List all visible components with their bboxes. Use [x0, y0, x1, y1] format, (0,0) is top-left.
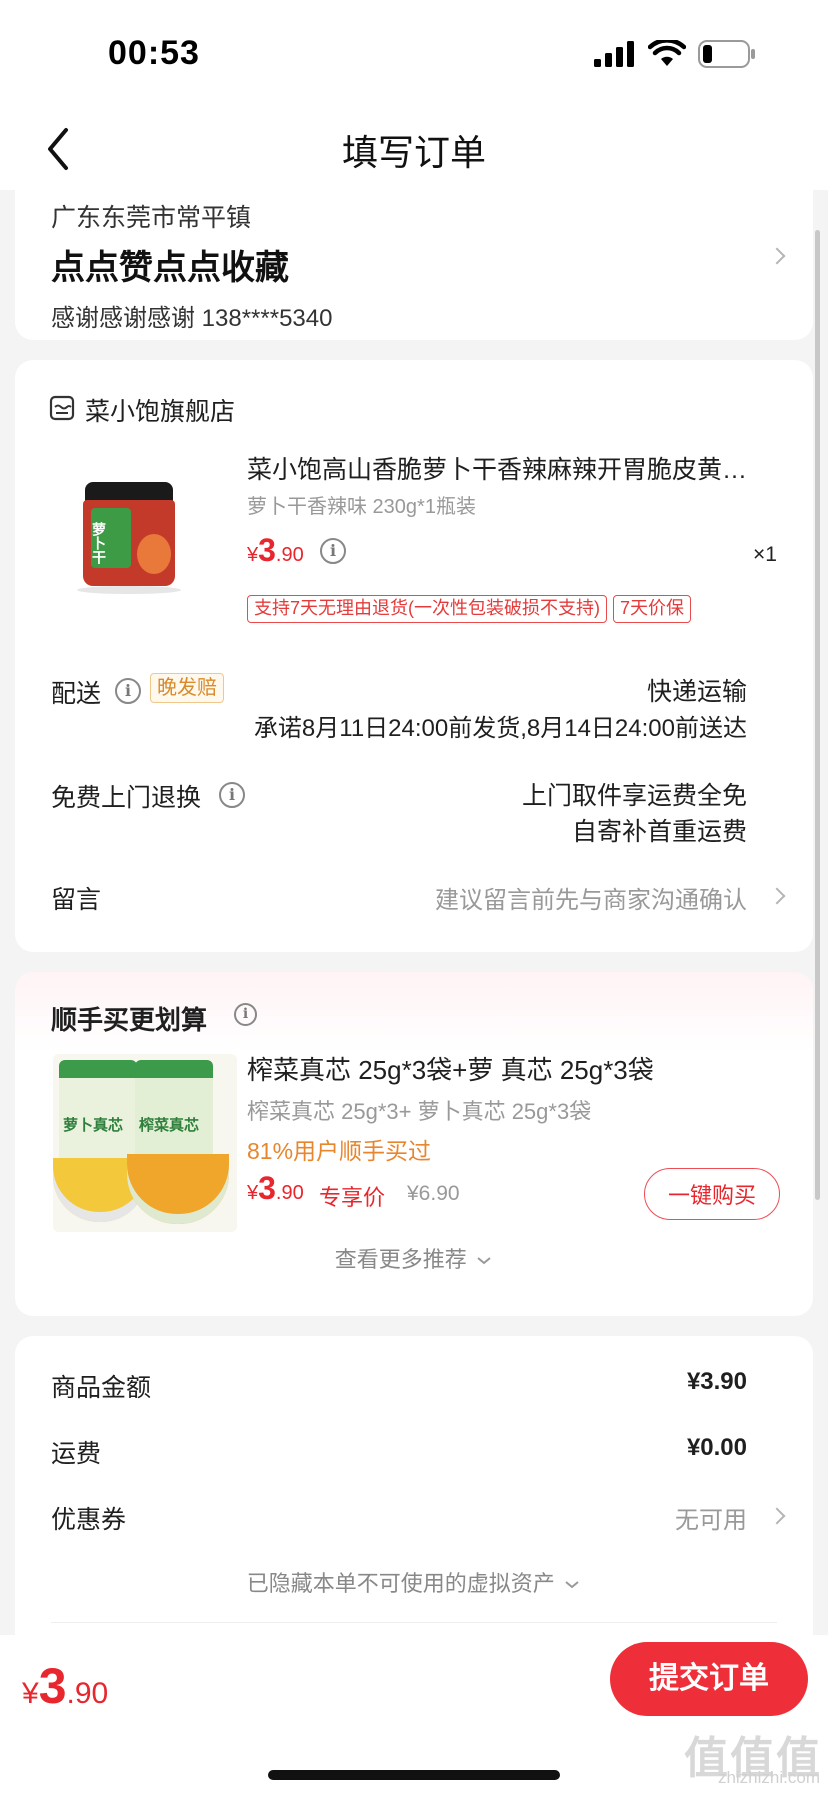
bundle-price-dec: .90 [275, 1182, 304, 1204]
exclusive-price-tag: 专享价 [319, 1185, 386, 1210]
return-line2: 自寄补首重运费 [571, 818, 747, 846]
return-policy-tag: 支持7天无理由退货(一次性包装破损不支持) [247, 595, 607, 623]
page-title: 填写订单 [341, 132, 486, 173]
return-line1: 上门取件享运费全免 [521, 782, 747, 810]
bundle-price-symbol: ¥ [247, 1182, 259, 1204]
bowl-right [127, 1154, 229, 1224]
bundle-card: 顺手买更划算 i 萝卜真芯 榨菜真芯 榨菜真芯 25g*3袋+萝 真芯 25g*… [15, 972, 813, 1316]
hidden-assets-label: 已隐藏本单不可使用的虚拟资产 [246, 1571, 555, 1596]
order-scroll-area[interactable]: 广东东莞市常平镇 点点赞点点收藏 感谢感谢感谢 138****5340 菜小饱旗… [0, 190, 828, 1635]
wifi-icon [648, 40, 686, 66]
address-region: 广东东莞市常平镇 [51, 204, 252, 232]
product-quantity: ×1 [753, 543, 777, 566]
shipping-fee-label: 运费 [51, 1440, 102, 1468]
summary-row-coupon[interactable]: 优惠券 无可用 [15, 1488, 813, 1544]
bundle-info-icon[interactable]: i [234, 1003, 257, 1026]
bundle-price: ¥3.90 [247, 1170, 304, 1207]
late-compensation-badge: 晚发赔 [150, 673, 224, 703]
divider [51, 1622, 777, 1623]
bundle-item-spec: 榨菜真芯 25g*3+ 萝卜真芯 25g*3袋 [247, 1099, 592, 1124]
jar-food [137, 534, 171, 574]
address-card[interactable]: 广东东莞市常平镇 点点赞点点收藏 感谢感谢感谢 138****5340 [15, 190, 813, 340]
jar-label-text: 萝卜干 [91, 522, 107, 564]
submit-order-button[interactable]: 提交订单 [610, 1642, 808, 1716]
bundle-price-int: 3 [258, 1170, 276, 1206]
summary-row-shipping: 运费 ¥0.00 [15, 1422, 813, 1478]
shipping-label: 配送 [51, 680, 102, 708]
bundle-original-price: ¥6.90 [407, 1182, 460, 1205]
goods-amount-label: 商品金额 [51, 1374, 152, 1402]
message-placeholder: 建议留言前先与商家沟通确认 [435, 887, 747, 914]
hidden-assets-toggle[interactable]: 已隐藏本单不可使用的虚拟资产 [15, 1566, 813, 1610]
product-image[interactable]: 萝卜干 [55, 470, 205, 620]
total-price: ¥3.90 [22, 1657, 108, 1715]
jar-lid [85, 482, 173, 502]
chevron-down-icon [565, 1581, 579, 1589]
signal-icon [594, 41, 634, 67]
more-recommendations-label: 查看更多推荐 [334, 1247, 467, 1272]
jar-body: 萝卜干 [83, 500, 175, 586]
bag-left-label: 萝卜真芯 [63, 1117, 124, 1134]
battery-icon [698, 40, 755, 68]
summary-card: 商品金额 ¥3.90 运费 ¥0.00 优惠券 无可用 已隐藏本单不可使用的虚拟… [15, 1336, 813, 1635]
watermark-url: zhizhizhi.com [717, 1768, 820, 1787]
nav-bar: 填写订单 [0, 110, 828, 190]
more-recommendations[interactable]: 查看更多推荐 [15, 1242, 813, 1292]
address-detail: 点点赞点点收藏 [51, 249, 289, 287]
status-icons [594, 40, 756, 68]
price-symbol: ¥ [247, 544, 259, 566]
scrollbar[interactable] [815, 230, 820, 1200]
bundle-title: 顺手买更划算 [51, 1005, 208, 1035]
chevron-right-icon [768, 1507, 786, 1525]
home-indicator[interactable] [268, 1770, 560, 1780]
message-label: 留言 [51, 886, 102, 914]
coupon-label: 优惠券 [51, 1506, 127, 1534]
price-int: 3 [258, 532, 276, 568]
product-title[interactable]: 菜小饱高山香脆萝卜干香辣麻辣开胃脆皮黄… [247, 450, 747, 486]
coupon-value: 无可用 [675, 1507, 747, 1534]
shipping-promise: 承诺8月11日24:00前发货,8月14日24:00前送达 [253, 715, 747, 742]
chevron-right-icon [768, 887, 786, 905]
store-card: 菜小饱旗舰店 萝卜干 菜小饱高山香脆萝卜干香辣麻辣开胃脆皮黄… 萝卜干香辣味 2… [15, 360, 813, 952]
bundle-item-title[interactable]: 榨菜真芯 25g*3袋+萝 真芯 25g*3袋 [247, 1050, 654, 1087]
shipping-method: 快递运输 [646, 678, 747, 706]
address-contact: 感谢感谢感谢 138****5340 [51, 305, 333, 332]
total-price-symbol: ¥ [22, 1677, 39, 1710]
chevron-right-icon [768, 247, 786, 265]
summary-row-goods: 商品金额 ¥3.90 [15, 1356, 813, 1412]
status-bar: 00:53 [0, 0, 828, 110]
goods-amount-value: ¥3.90 [686, 1368, 747, 1395]
bag-right-label: 榨菜真芯 [139, 1117, 200, 1134]
one-click-buy-button[interactable]: 一键购买 [644, 1168, 780, 1220]
status-time: 00:53 [108, 34, 200, 72]
store-icon [49, 395, 75, 421]
shipping-fee-value: ¥0.00 [686, 1434, 747, 1461]
chevron-down-icon [477, 1257, 491, 1265]
return-info-icon[interactable]: i [219, 782, 245, 808]
price-protect-tag: 7天价保 [613, 595, 692, 623]
total-price-int: 3 [38, 1658, 67, 1714]
store-name[interactable]: 菜小饱旗舰店 [85, 392, 235, 428]
product-price: ¥3.90 [247, 532, 304, 569]
total-price-dec: .90 [66, 1677, 109, 1710]
product-spec[interactable]: 萝卜干香辣味 230g*1瓶装 [247, 490, 476, 519]
shipping-info-icon[interactable]: i [115, 678, 141, 704]
price-info-icon[interactable]: i [320, 538, 346, 564]
bundle-image[interactable]: 萝卜真芯 榨菜真芯 [53, 1054, 237, 1232]
message-row[interactable]: 留言 建议留言前先与商家沟通确认 [15, 860, 813, 940]
bundle-social-proof: 81%用户顺手买过 [247, 1138, 432, 1164]
free-return-label: 免费上门退换 [51, 784, 202, 812]
price-dec: .90 [275, 544, 304, 566]
jar-shadow [77, 586, 181, 594]
